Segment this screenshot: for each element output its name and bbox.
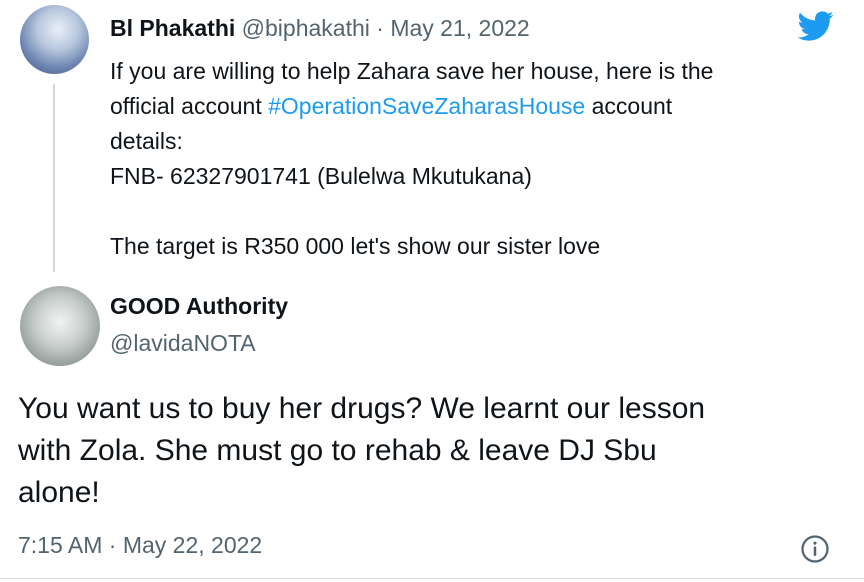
reply-tweet-avatar[interactable] (20, 286, 100, 366)
reply-tweet-display-name[interactable]: GOOD Authority (110, 291, 288, 321)
reply-tweet-handle[interactable]: @lavidaNOTA (110, 328, 256, 358)
parent-tweet-line-2: official account #OperationSaveZaharasHo… (110, 89, 790, 124)
reply-tweet-line-3: alone! (18, 476, 100, 509)
parent-tweet-line-2-after: account (585, 93, 673, 119)
parent-tweet-separator: · (376, 15, 384, 41)
reply-tweet-timestamp[interactable]: 7:15 AM · May 22, 2022 (18, 530, 262, 560)
parent-tweet-date[interactable]: May 21, 2022 (390, 15, 529, 41)
reply-tweet-line-2: with Zola. She must go to rehab & leave … (18, 434, 657, 467)
hashtag-link[interactable]: #OperationSaveZaharasHouse (268, 93, 585, 119)
bottom-divider (0, 578, 864, 579)
reply-tweet-text: You want us to buy her drugs? We learnt … (18, 388, 848, 514)
reply-tweet-line-1: You want us to buy her drugs? We learnt … (18, 392, 706, 425)
reply-tweet-date[interactable]: May 22, 2022 (123, 532, 262, 558)
parent-tweet-display-name[interactable]: Bl Phakathi (110, 15, 235, 41)
thread-connector-line (53, 84, 55, 272)
parent-tweet-line-1: If you are willing to help Zahara save h… (110, 58, 714, 84)
parent-tweet-handle[interactable]: @biphakathi (242, 15, 370, 41)
reply-tweet-time[interactable]: 7:15 AM (18, 532, 102, 558)
parent-tweet-avatar[interactable] (20, 5, 89, 74)
parent-tweet-line-3: details: (110, 128, 183, 154)
twitter-bird-icon[interactable] (793, 7, 837, 45)
parent-tweet-line-4: FNB- 62327901741 (Bulelwa Mkutukana) (110, 163, 532, 189)
parent-tweet-header: Bl Phakathi @biphakathi · May 21, 2022 (110, 14, 530, 42)
parent-tweet-blank-line (110, 194, 790, 229)
info-icon[interactable] (800, 534, 830, 564)
reply-tweet-separator: · (108, 532, 117, 558)
parent-tweet-body: If you are willing to help Zahara save h… (110, 54, 790, 264)
parent-tweet-line-2-before: official account (110, 93, 269, 119)
parent-tweet-line-5: The target is R350 000 let's show our si… (110, 233, 601, 259)
